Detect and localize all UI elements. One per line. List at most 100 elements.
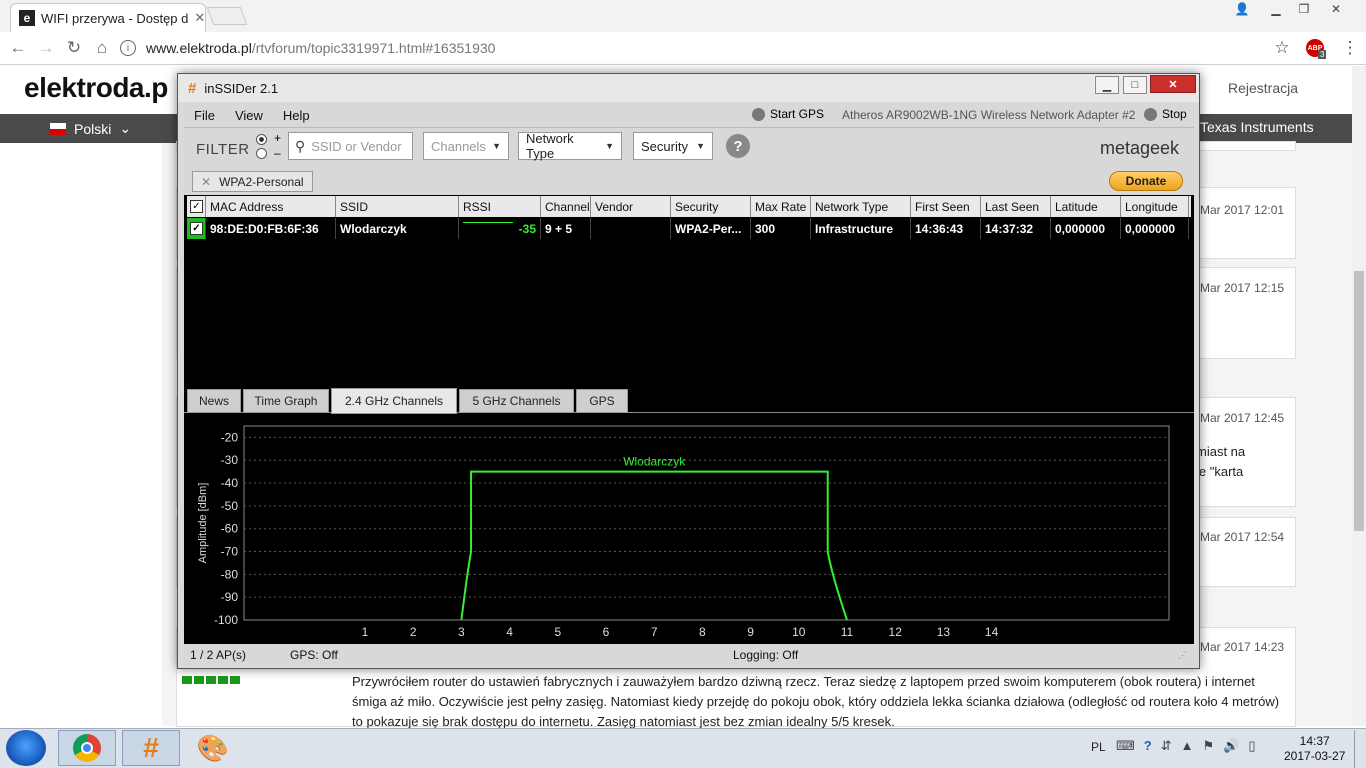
stop-button[interactable]: Stop [1144,107,1187,121]
close-button[interactable]: ✕ [1322,0,1350,18]
profile-icon[interactable]: 👤 [1228,0,1256,18]
maximize-button[interactable]: ❐ [1290,0,1318,18]
col-max-rate[interactable]: Max Rate [751,196,811,217]
x-tick-label: 11 [841,625,854,639]
tab-close-icon[interactable]: ✕ [194,10,205,26]
security-dropdown[interactable]: Security ▼ [633,132,713,160]
back-icon[interactable]: ← [6,36,30,60]
window-titlebar[interactable]: # inSSIDer 2.1 [178,74,1199,102]
cell-latitude: 0,000000 [1051,218,1121,239]
language-select[interactable]: Polski ⌄ [50,120,131,137]
col-security[interactable]: Security [671,196,751,217]
tab-5ghz-channels[interactable]: 5 GHz Channels [459,389,574,413]
inssider-app-icon: # [188,79,197,97]
x-tick-label: 10 [792,625,806,639]
col-network-type[interactable]: Network Type [811,196,911,217]
table-row[interactable]: ✓ 98:DE:D0:FB:6F:36 Wlodarczyk -35 9 + 5… [187,218,1191,239]
app-minimize-button[interactable]: ▁ [1095,76,1119,94]
col-channel[interactable]: Channel [541,196,591,217]
tab-title: WIFI przerywa - Dostęp d [41,10,189,26]
app-close-button[interactable]: ✕ [1150,75,1196,93]
register-link[interactable]: Rejestracja [1228,80,1298,96]
keyboard-icon[interactable]: ⌨ [1116,738,1135,754]
channels-dropdown[interactable]: Channels ▼ [423,132,509,160]
select-all-checkbox[interactable]: ✓ [187,196,206,217]
bookmark-star-icon[interactable]: ☆ [1270,36,1294,60]
taskbar-chrome[interactable] [58,730,116,766]
nav-link-texas[interactable]: Texas Instruments [1200,119,1314,135]
cell-security: WPA2-Per... [671,218,751,239]
forward-icon[interactable]: → [34,36,58,60]
taskbar-paint[interactable]: 🎨 [184,730,242,766]
app-maximize-button[interactable]: □ [1123,76,1147,94]
col-ssid[interactable]: SSID [336,196,459,217]
action-center-flag-icon[interactable]: ⚑ [1203,738,1215,754]
new-tab-button[interactable] [206,7,248,25]
app-statusbar: 1 / 2 AP(s) GPS: Off Logging: Off ⋰ [184,644,1194,665]
resize-grip-icon[interactable]: ⋰ [1178,650,1187,661]
rssi-sparkline [463,222,513,223]
reload-icon[interactable]: ↻ [62,36,86,60]
donate-button[interactable]: Donate [1109,171,1183,191]
tab-gps[interactable]: GPS [576,389,628,413]
chevron-down-icon: ▼ [605,141,614,151]
show-desktop-button[interactable] [1354,730,1366,768]
filter-chip-label: WPA2-Personal [219,174,304,189]
minimize-button[interactable]: ▁ [1262,0,1290,18]
tab-news[interactable]: News [187,389,241,413]
inssider-taskbar-icon: # [143,732,159,763]
home-icon[interactable]: ⌂ [90,36,114,60]
menu-file[interactable]: File [184,108,225,123]
post-snippet: ie "karta [1196,464,1244,479]
extension-badge: 3 [1318,50,1327,59]
cell-max-rate: 300 [751,218,811,239]
taskbar-inssider[interactable]: # [122,730,180,766]
filter-bar: FILTER + – ⚲ SSID or Vendor Channels ▼ Ne… [184,127,1194,167]
x-tick-label: 9 [747,625,754,639]
start-gps-button[interactable]: Start GPS [752,107,824,121]
clock-date: 2017-03-27 [1284,749,1346,763]
address-bar[interactable]: i www.elektroda.pl/rtvforum/topic3319971… [120,36,1300,60]
y-axis-label: Amplitude [dBm] [197,483,209,564]
col-vendor[interactable]: Vendor [591,196,671,217]
info-icon[interactable]: i [120,40,136,56]
ssid-filter-input[interactable]: ⚲ SSID or Vendor [288,132,413,160]
col-last-seen[interactable]: Last Seen [981,196,1051,217]
channel-chart-svg: -20-30-40-50-60-70-80-90-1001 2 3 4 5 6 7 8 9 10 1… [197,425,1170,639]
filter-exclude-radio[interactable] [256,148,267,159]
menu-view[interactable]: View [225,108,273,123]
tab-24ghz-channels[interactable]: 2.4 GHz Channels [331,388,457,414]
status-gps: GPS: Off [290,648,338,662]
help-tray-icon[interactable]: ? [1144,738,1152,754]
help-button[interactable]: ? [726,134,750,158]
col-latitude[interactable]: Latitude [1051,196,1121,217]
taskbar-clock[interactable]: 14:37 2017-03-27 [1284,734,1345,764]
remove-filter-icon[interactable]: ✕ [201,175,211,189]
col-rssi[interactable]: RSSI [459,196,541,217]
menu-kebab-icon[interactable]: ⋮ [1338,36,1362,60]
stop-label: Stop [1162,107,1187,121]
browser-tab[interactable]: e WIFI przerywa - Dostęp d ✕ [10,3,206,32]
language-label: Polski [74,120,112,137]
tab-time-graph[interactable]: Time Graph [243,389,329,413]
start-button[interactable] [6,730,46,766]
battery-icon[interactable]: ▯ [1248,738,1255,754]
filter-include-radio[interactable] [256,134,267,145]
chevron-down-icon: ⌄ [119,120,132,136]
input-language[interactable]: PL [1091,740,1106,754]
adapter-select[interactable]: Atheros AR9002WB-1NG Wireless Network Ad… [842,108,1135,122]
page-scrollbar[interactable] [1352,66,1366,726]
plot-frame [243,425,1170,621]
row-checkbox[interactable]: ✓ [187,218,206,239]
scrollbar-thumb[interactable] [1354,271,1364,531]
network-tray-icon[interactable]: ⇵ [1161,738,1172,754]
volume-icon[interactable]: 🔊 [1223,738,1239,754]
menu-help[interactable]: Help [273,108,320,123]
col-longitude[interactable]: Longitude [1121,196,1189,217]
col-first-seen[interactable]: First Seen [911,196,981,217]
col-mac[interactable]: MAC Address [206,196,336,217]
site-logo[interactable]: elektroda.p [24,72,168,104]
network-type-dropdown[interactable]: Network Type ▼ [518,131,622,161]
filter-chip[interactable]: ✕ WPA2-Personal [192,171,313,192]
show-hidden-icons-icon[interactable]: ▲ [1181,738,1194,754]
